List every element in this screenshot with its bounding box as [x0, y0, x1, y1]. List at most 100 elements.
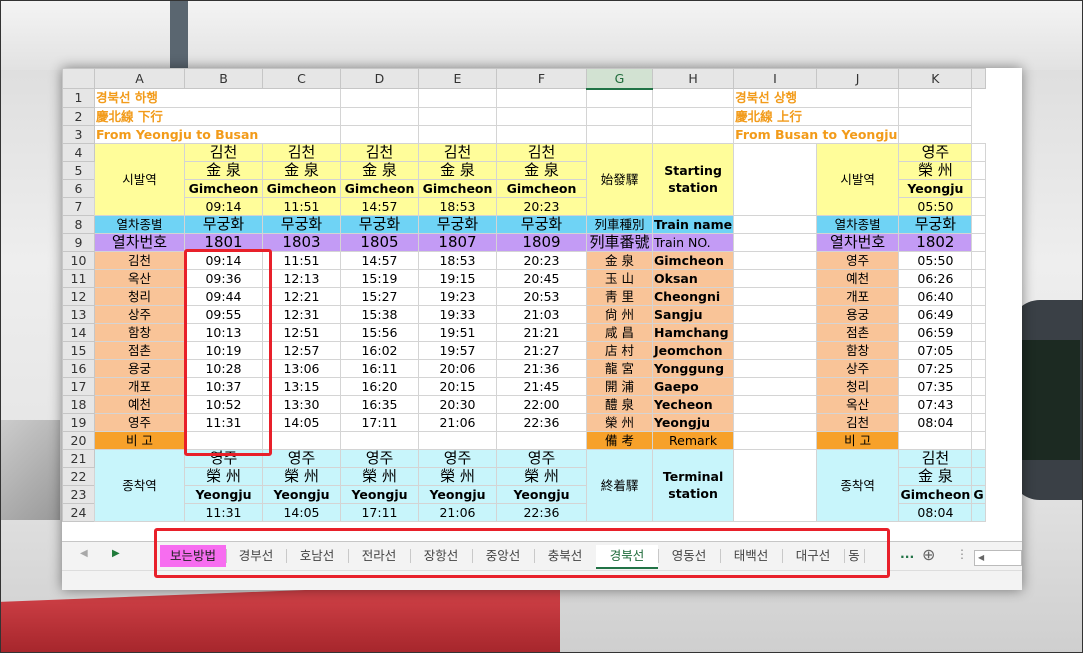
row-header-24[interactable]: 24 [62, 502, 95, 522]
cell[interactable] [971, 142, 986, 162]
right-origin-time[interactable]: 05:50 [898, 196, 973, 216]
departure-time[interactable]: 15:19 [340, 268, 419, 288]
row-header-8[interactable]: 8 [62, 214, 95, 234]
terminal-time[interactable]: 21:06 [418, 502, 497, 522]
cell[interactable] [971, 502, 986, 522]
terminal-kr[interactable]: 영주 [340, 448, 419, 468]
right-train-no[interactable]: 1802 [898, 232, 973, 252]
cell[interactable] [898, 106, 973, 126]
right-origin-hanja[interactable]: 榮 州 [898, 160, 973, 180]
cell[interactable] [971, 286, 986, 306]
departure-time[interactable]: 15:56 [340, 322, 419, 342]
cell[interactable] [971, 412, 986, 432]
train-no-label[interactable]: 열차번호 [94, 232, 185, 252]
origin-en[interactable]: Gimcheon [496, 178, 587, 198]
station-en[interactable]: Gimcheon [651, 250, 735, 270]
cell[interactable] [418, 106, 497, 126]
remark-hanja[interactable]: 備 考 [586, 430, 653, 450]
right-train-no-label[interactable]: 열차번호 [815, 232, 900, 252]
cell[interactable] [971, 214, 986, 234]
train-no[interactable]: 1809 [496, 232, 587, 252]
right-terminal-time[interactable]: 08:04 [898, 502, 973, 522]
right-station-name[interactable]: 김천 [815, 412, 900, 432]
train-no[interactable]: 1803 [262, 232, 341, 252]
cell[interactable] [733, 142, 817, 216]
departure-time[interactable]: 20:06 [418, 358, 497, 378]
departure-time[interactable]: 21:21 [496, 322, 587, 342]
origin-hanja-label[interactable]: 始發驛 [586, 142, 653, 216]
cell[interactable] [733, 250, 817, 270]
station-name[interactable]: 청리 [94, 286, 185, 306]
right-departure-time[interactable]: 06:40 [898, 286, 973, 306]
cell[interactable] [971, 250, 986, 270]
cell[interactable] [418, 430, 497, 450]
terminal-en[interactable]: Yeongju [184, 484, 263, 504]
terminal-time[interactable]: 14:05 [262, 502, 341, 522]
terminal-en[interactable]: Yeongju [496, 484, 587, 504]
origin-kr[interactable]: 김천 [262, 142, 341, 162]
departure-time[interactable]: 11:51 [262, 250, 341, 270]
station-name[interactable]: 예천 [94, 394, 185, 414]
station-hanja[interactable]: 玉 山 [586, 268, 653, 288]
departure-time[interactable]: 21:27 [496, 340, 587, 360]
station-hanja[interactable]: 靑 里 [586, 286, 653, 306]
station-hanja[interactable]: 咸 昌 [586, 322, 653, 342]
right-terminal-label[interactable]: 종착역 [815, 448, 900, 522]
right-station-name[interactable]: 영주 [815, 250, 900, 270]
row-header-2[interactable]: 2 [62, 106, 95, 126]
origin-time[interactable]: 18:53 [418, 196, 497, 216]
departure-time[interactable]: 15:27 [340, 286, 419, 306]
train-type-en[interactable]: Train name [651, 214, 735, 234]
cell[interactable] [496, 106, 587, 126]
terminal-en[interactable]: Yeongju [418, 484, 497, 504]
sheet-title-right[interactable]: From Busan to Yeongju [733, 124, 900, 144]
right-station-name[interactable]: 개포 [815, 286, 900, 306]
column-header-k[interactable]: K [898, 68, 973, 89]
right-terminal-hanja[interactable]: 金 泉 [898, 466, 973, 486]
terminal-en-label[interactable]: Terminal station [651, 448, 735, 522]
origin-hanja[interactable]: 金 泉 [496, 160, 587, 180]
cell[interactable] [971, 448, 986, 468]
departure-time[interactable]: 20:23 [496, 250, 587, 270]
remark-label[interactable]: 비 고 [94, 430, 185, 450]
train-no[interactable]: 1807 [418, 232, 497, 252]
cell[interactable] [898, 430, 973, 450]
departure-time[interactable]: 13:15 [262, 376, 341, 396]
train-type[interactable]: 무궁화 [496, 214, 587, 234]
origin-hanja[interactable]: 金 泉 [340, 160, 419, 180]
cell[interactable] [733, 376, 817, 396]
column-header-c[interactable]: C [262, 68, 341, 89]
cell[interactable] [586, 106, 653, 126]
departure-time[interactable]: 12:31 [262, 304, 341, 324]
right-station-name[interactable]: 함창 [815, 340, 900, 360]
cell[interactable] [971, 322, 986, 342]
departure-time[interactable]: 16:02 [340, 340, 419, 360]
terminal-kr[interactable]: 영주 [262, 448, 341, 468]
departure-time[interactable]: 21:06 [418, 412, 497, 432]
cell[interactable] [262, 430, 341, 450]
train-type[interactable]: 무궁화 [262, 214, 341, 234]
column-header-i[interactable]: I [733, 68, 817, 89]
departure-time[interactable]: 12:57 [262, 340, 341, 360]
terminal-hanja[interactable]: 榮 州 [262, 466, 341, 486]
right-departure-time[interactable]: 06:49 [898, 304, 973, 324]
station-hanja[interactable]: 榮 州 [586, 412, 653, 432]
row-header-1[interactable]: 1 [62, 88, 95, 108]
station-en[interactable]: Gaepo [651, 376, 735, 396]
station-name[interactable]: 상주 [94, 304, 185, 324]
row-header-21[interactable]: 21 [62, 448, 95, 468]
row-header-14[interactable]: 14 [62, 322, 95, 342]
right-departure-time[interactable]: 07:25 [898, 358, 973, 378]
row-header-23[interactable]: 23 [62, 484, 95, 504]
right-station-name[interactable]: 용궁 [815, 304, 900, 324]
station-hanja[interactable]: 開 浦 [586, 376, 653, 396]
cell[interactable] [898, 88, 973, 108]
departure-time[interactable]: 19:51 [418, 322, 497, 342]
station-hanja[interactable]: 金 泉 [586, 250, 653, 270]
station-name[interactable]: 함창 [94, 322, 185, 342]
departure-time[interactable]: 14:57 [340, 250, 419, 270]
departure-time[interactable]: 13:06 [262, 358, 341, 378]
departure-time[interactable]: 16:35 [340, 394, 419, 414]
row-header-13[interactable]: 13 [62, 304, 95, 324]
row-header-5[interactable]: 5 [62, 160, 95, 180]
